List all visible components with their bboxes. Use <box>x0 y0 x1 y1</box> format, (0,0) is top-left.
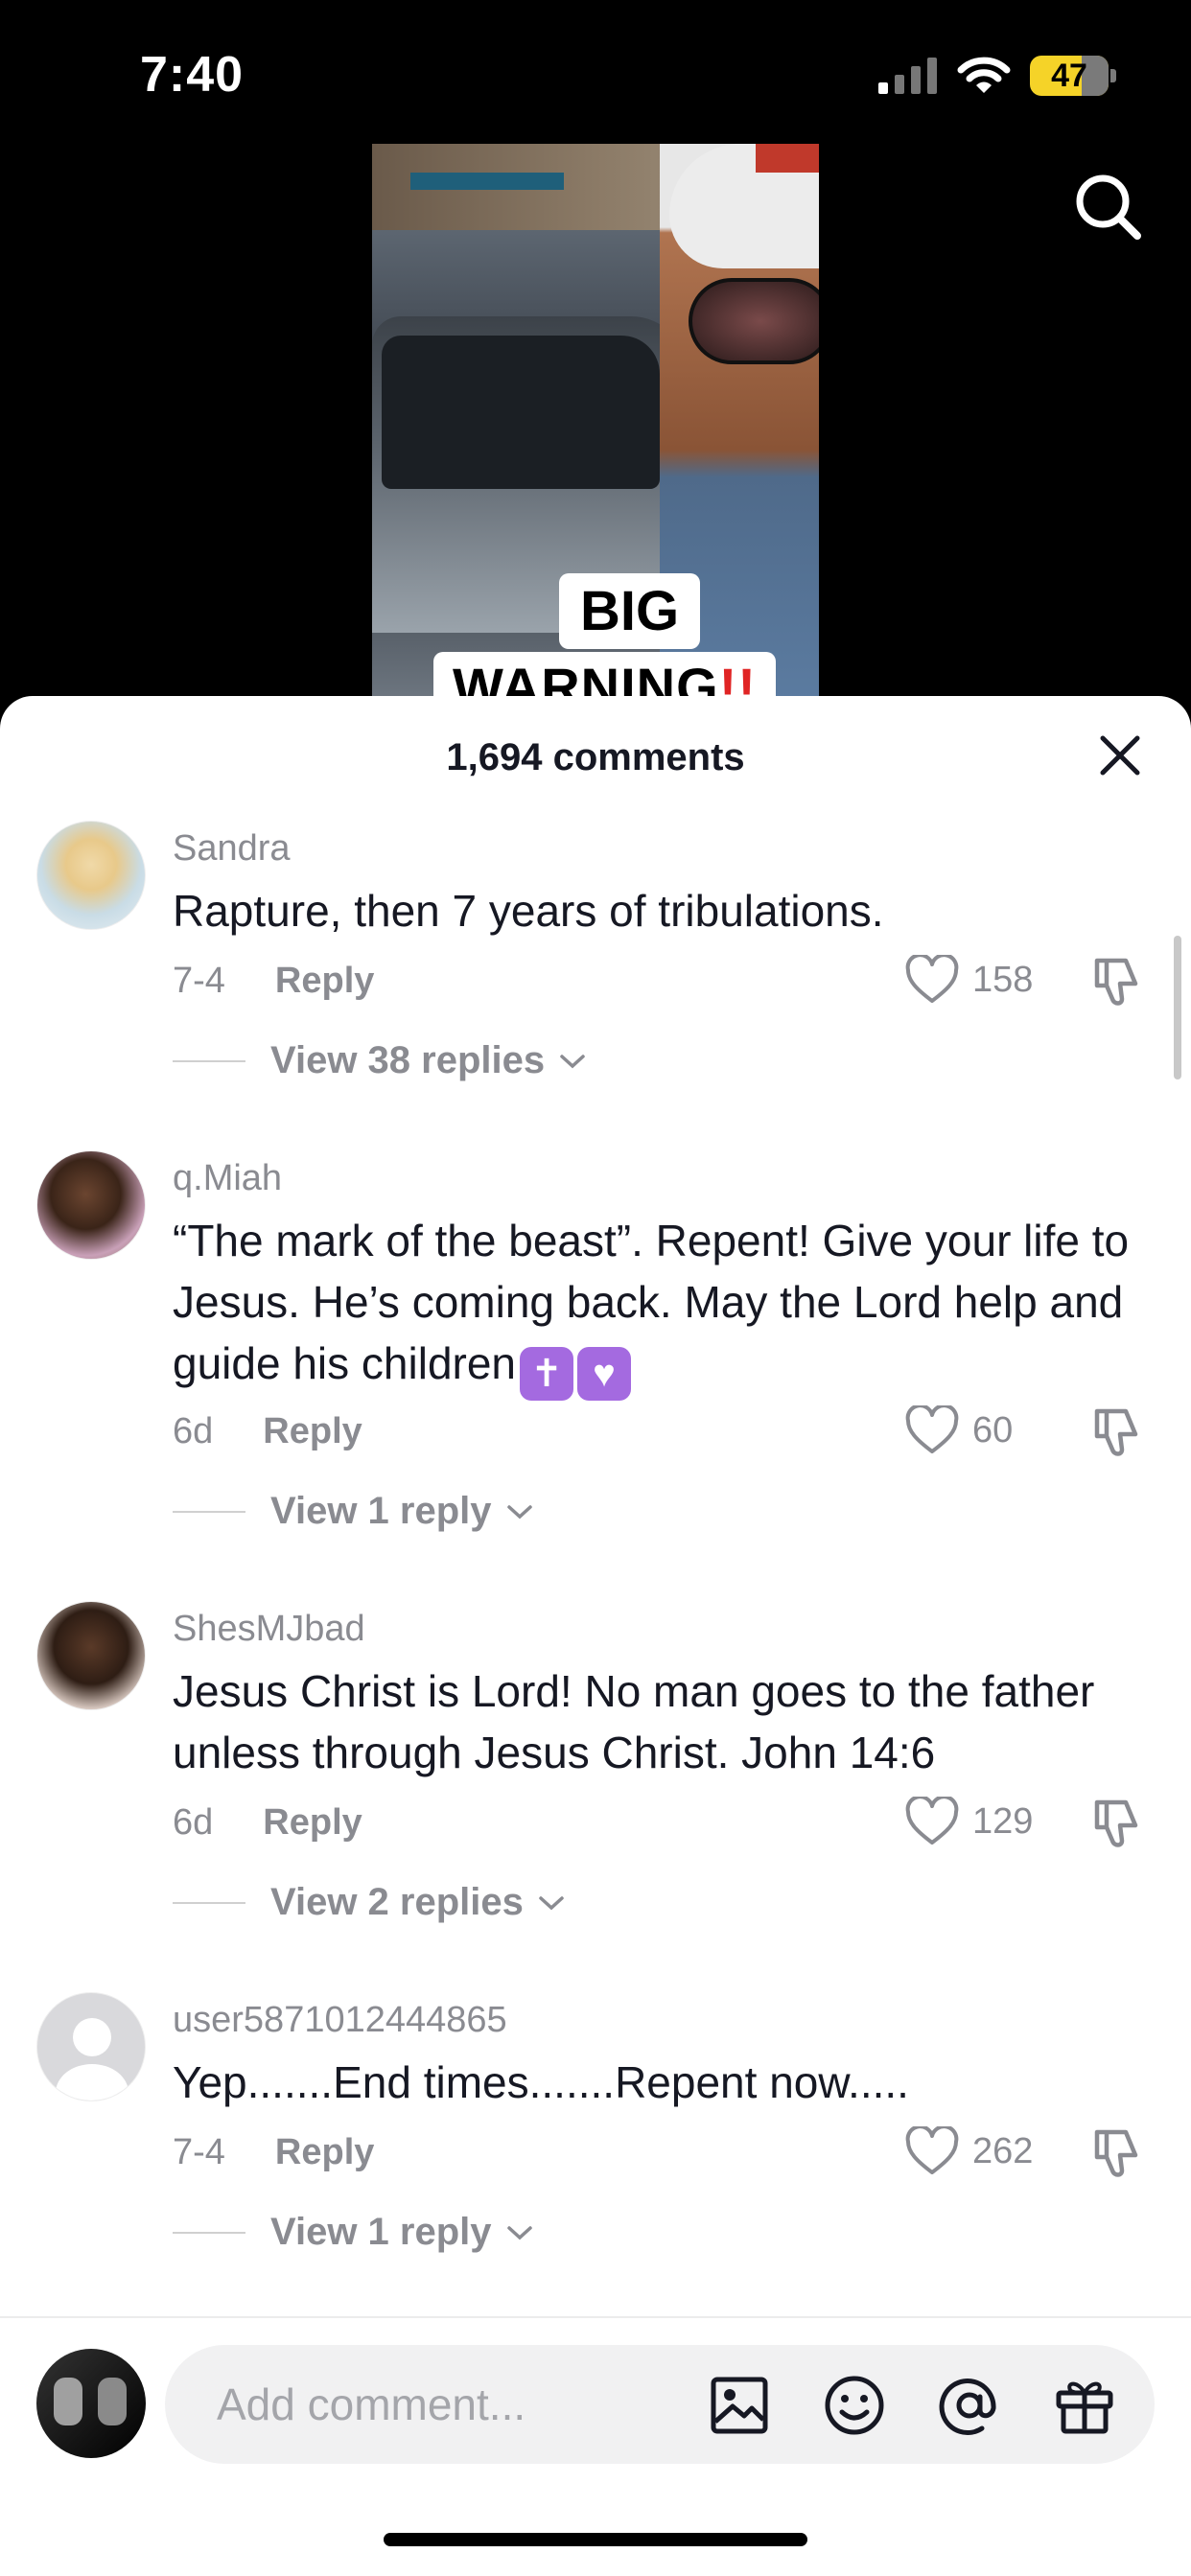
video-car-window <box>382 336 660 489</box>
like-count: 262 <box>972 2130 1034 2171</box>
my-avatar[interactable] <box>36 2349 146 2458</box>
comment-text: Jesus Christ is Lord! No man goes to the… <box>173 1666 1095 1777</box>
avatar[interactable] <box>36 1601 146 1710</box>
dislike-icon[interactable] <box>1089 1797 1143 1850</box>
battery-tip <box>1110 69 1116 82</box>
comment-meta: 6d Reply <box>173 1411 362 1452</box>
my-avatar-figure <box>98 2378 127 2425</box>
home-indicator[interactable] <box>384 2533 807 2546</box>
video-preview[interactable]: BIG WARNING!! <box>372 144 819 700</box>
video-awning <box>410 173 564 190</box>
heart-emoji: ♥ <box>577 1347 632 1401</box>
battery-level: 47 <box>1051 57 1087 94</box>
reply-button[interactable]: Reply <box>263 1411 362 1452</box>
view-replies-label: View 1 reply <box>270 1490 492 1532</box>
comment-date: 6d <box>173 1802 214 1843</box>
view-replies-label: View 2 replies <box>270 1881 524 1923</box>
view-replies-button[interactable]: View 38 replies <box>173 1039 587 1082</box>
comment-username[interactable]: q.Miah <box>173 1158 282 1199</box>
close-icon[interactable] <box>1097 732 1143 778</box>
video-caption-warning-text: WARNING <box>453 657 719 700</box>
chevron-down-icon <box>506 1504 532 1519</box>
scrollbar[interactable] <box>1174 936 1181 1079</box>
like-button[interactable]: 129 <box>905 1797 1033 1846</box>
comment-meta: 7-4 Reply <box>173 961 374 1002</box>
comment-text: Yep.......End times.......Repent now....… <box>173 2057 909 2107</box>
heart-icon <box>905 2126 959 2174</box>
video-sunglasses <box>689 278 819 364</box>
chevron-down-icon <box>539 1895 564 1910</box>
comment-text-body: “The mark of the beast”. Repent! Give yo… <box>173 1216 1130 1388</box>
view-replies-button[interactable]: View 1 reply <box>173 1490 534 1533</box>
chevron-down-icon <box>506 2225 532 2239</box>
default-avatar-icon <box>56 2018 128 2100</box>
video-cap-accent <box>756 144 819 173</box>
view-replies-button[interactable]: View 2 replies <box>173 1881 566 1924</box>
comment-date: 7-4 <box>173 961 225 1001</box>
comment-username[interactable]: user5871012444865 <box>173 2000 507 2041</box>
status-time: 7:40 <box>140 47 245 103</box>
like-count: 60 <box>972 1409 1014 1450</box>
video-caption-warning: WARNING!! <box>433 652 776 700</box>
comment-input[interactable] <box>217 2366 677 2443</box>
video-caption-bang: !! <box>718 657 757 700</box>
view-replies-label: View 1 reply <box>270 2211 492 2253</box>
search-icon[interactable] <box>1074 173 1143 242</box>
replies-divider <box>173 1901 245 1904</box>
avatar[interactable] <box>36 821 146 930</box>
like-button[interactable]: 158 <box>905 955 1033 1005</box>
video-caption-big: BIG <box>559 573 701 649</box>
reply-button[interactable]: Reply <box>275 961 374 1002</box>
avatar[interactable] <box>36 1150 146 1260</box>
comment-date: 7-4 <box>173 2132 225 2172</box>
gift-icon[interactable] <box>1053 2374 1116 2437</box>
comment-meta: 7-4 Reply <box>173 2132 374 2173</box>
heart-icon <box>905 1797 959 1845</box>
comment-text: Rapture, then 7 years of tribulations. <box>173 886 884 936</box>
avatar[interactable] <box>36 1992 146 2101</box>
like-button[interactable]: 262 <box>905 2126 1033 2176</box>
wifi-icon <box>957 57 1011 93</box>
view-replies-label: View 38 replies <box>270 1039 546 1081</box>
emoji-icon[interactable] <box>823 2374 886 2437</box>
dislike-icon[interactable] <box>1089 1405 1143 1459</box>
comment-date: 6d <box>173 1411 214 1451</box>
like-count: 158 <box>972 959 1034 1000</box>
comment-username[interactable]: ShesMJbad <box>173 1609 365 1650</box>
comments-sheet: 1,694 comments Sandra Rapture, then 7 ye… <box>0 696 1191 2576</box>
image-icon[interactable] <box>708 2374 771 2437</box>
heart-icon <box>905 1405 959 1453</box>
mention-icon[interactable] <box>938 2374 1001 2437</box>
dislike-icon[interactable] <box>1089 2126 1143 2180</box>
screen: 7:40 47 BIG WARNING!! 1,694 comments San… <box>0 0 1191 2576</box>
comment-text: “The mark of the beast”. Repent! Give yo… <box>173 1210 1151 1401</box>
comment-username[interactable]: Sandra <box>173 828 291 870</box>
comments-header: 1,694 comments <box>0 696 1191 811</box>
comment-meta: 6d Reply <box>173 1802 362 1844</box>
reply-button[interactable]: Reply <box>263 1802 362 1844</box>
my-avatar-figure <box>54 2378 82 2425</box>
comment-composer <box>0 2316 1191 2576</box>
replies-divider <box>173 2231 245 2234</box>
replies-divider <box>173 1059 245 1062</box>
view-replies-button[interactable]: View 1 reply <box>173 2211 534 2254</box>
like-count: 129 <box>972 1800 1034 1842</box>
chevron-down-icon <box>560 1054 585 1068</box>
cellular-signal-icon <box>878 58 937 94</box>
dislike-icon[interactable] <box>1089 955 1143 1009</box>
replies-divider <box>173 1510 245 1513</box>
heart-icon <box>905 955 959 1003</box>
like-button[interactable]: 60 <box>905 1405 1013 1455</box>
comment-count: 1,694 comments <box>446 736 745 778</box>
status-icons: 47 <box>878 56 1116 96</box>
reply-button[interactable]: Reply <box>275 2132 374 2173</box>
comment-input-pill[interactable] <box>165 2345 1155 2464</box>
battery-indicator: 47 <box>1030 56 1109 96</box>
cross-emoji: ✝ <box>520 1347 574 1401</box>
